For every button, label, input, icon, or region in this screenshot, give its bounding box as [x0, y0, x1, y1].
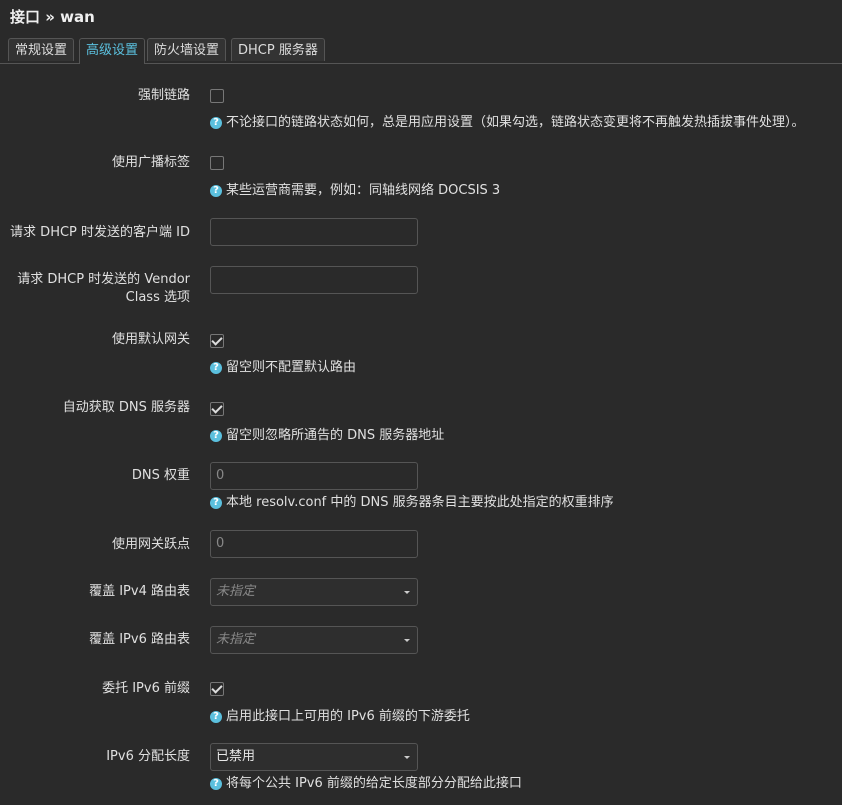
help-icon: ? — [210, 778, 222, 790]
ip6table-select[interactable]: 未指定 — [210, 626, 418, 654]
default-gateway-checkbox[interactable] — [210, 334, 224, 348]
tab-advanced[interactable]: 高级设置 — [79, 38, 146, 64]
client-id-label: 请求 DHCP 时发送的客户端 ID — [10, 225, 190, 240]
default-gateway-label: 使用默认网关 — [111, 332, 190, 347]
vendor-class-label: 请求 DHCP 时发送的 Vendor Class 选项 — [17, 272, 190, 305]
delegate-label: 委托 IPv6 前缀 — [102, 681, 190, 696]
peer-dns-checkbox[interactable] — [210, 402, 224, 416]
help-icon: ? — [210, 117, 222, 129]
force-link-label: 强制链路 — [137, 88, 190, 103]
help-icon: ? — [210, 711, 222, 723]
force-link-help-text: 不论接口的链路状态如何，总是用应用设置（如果勾选，链路状态变更将不再触发热插拔事… — [226, 115, 805, 130]
force-link-help: ? 不论接口的链路状态如何，总是用应用设置（如果勾选，链路状态变更将不再触发热插拔… — [210, 115, 805, 131]
ip6assign-help: ? 将每个公共 IPv6 前缀的给定长度部分分配给此接口 — [210, 776, 522, 792]
dns-weight-input[interactable]: 0 — [210, 462, 418, 490]
delegate-help: ? 启用此接口上可用的 IPv6 前缀的下游委托 — [210, 709, 470, 725]
help-icon: ? — [210, 497, 222, 509]
broadcast-flag-help: ? 某些运营商需要，例如：同轴线网络 DOCSIS 3 — [210, 183, 500, 199]
chevron-down-icon — [404, 756, 410, 759]
help-icon: ? — [210, 185, 222, 197]
page-title: 接口 » wan — [10, 8, 95, 26]
metric-label: 使用网关跃点 — [111, 537, 190, 552]
tab-firewall[interactable]: 防火墙设置 — [147, 38, 227, 61]
ip4table-value: 未指定 — [216, 584, 256, 599]
dns-weight-help-text: 本地 resolv.conf 中的 DNS 服务器条目主要按此处指定的权重排序 — [226, 495, 614, 510]
ip4table-select[interactable]: 未指定 — [210, 578, 418, 606]
ip6assign-label: IPv6 分配长度 — [106, 749, 190, 764]
metric-input[interactable]: 0 — [210, 530, 418, 558]
delegate-checkbox[interactable] — [210, 682, 224, 696]
help-icon: ? — [210, 430, 222, 442]
client-id-input[interactable] — [210, 218, 418, 246]
broadcast-flag-help-text: 某些运营商需要，例如：同轴线网络 DOCSIS 3 — [226, 183, 501, 198]
ip6assign-select[interactable]: 已禁用 — [210, 743, 418, 771]
chevron-down-icon — [404, 591, 410, 594]
ip6table-value: 未指定 — [216, 632, 256, 647]
delegate-help-text: 启用此接口上可用的 IPv6 前缀的下游委托 — [226, 709, 470, 724]
help-icon: ? — [210, 362, 222, 374]
ip6assign-value: 已禁用 — [216, 749, 256, 764]
ip6table-label: 覆盖 IPv6 路由表 — [89, 632, 190, 647]
default-gateway-help-text: 留空则不配置默认路由 — [226, 360, 357, 375]
broadcast-flag-label: 使用广播标签 — [111, 155, 190, 170]
tab-dhcp[interactable]: DHCP 服务器 — [231, 38, 325, 61]
chevron-down-icon — [404, 639, 410, 642]
ip4table-label: 覆盖 IPv4 路由表 — [89, 584, 190, 599]
tab-general[interactable]: 常规设置 — [8, 38, 75, 61]
tab-bar: 常规设置 高级设置 防火墙设置 DHCP 服务器 — [0, 38, 842, 64]
vendor-class-input[interactable] — [210, 266, 418, 294]
peer-dns-label: 自动获取 DNS 服务器 — [62, 400, 190, 415]
broadcast-flag-checkbox[interactable] — [210, 156, 224, 170]
dns-weight-label: DNS 权重 — [131, 468, 190, 483]
ip6assign-help-text: 将每个公共 IPv6 前缀的给定长度部分分配给此接口 — [226, 776, 522, 791]
peer-dns-help-text: 留空则忽略所通告的 DNS 服务器地址 — [226, 428, 445, 443]
force-link-checkbox[interactable] — [210, 89, 224, 103]
peer-dns-help: ? 留空则忽略所通告的 DNS 服务器地址 — [210, 428, 444, 444]
default-gateway-help: ? 留空则不配置默认路由 — [210, 360, 356, 376]
dns-weight-help: ? 本地 resolv.conf 中的 DNS 服务器条目主要按此处指定的权重排序 — [210, 495, 614, 511]
